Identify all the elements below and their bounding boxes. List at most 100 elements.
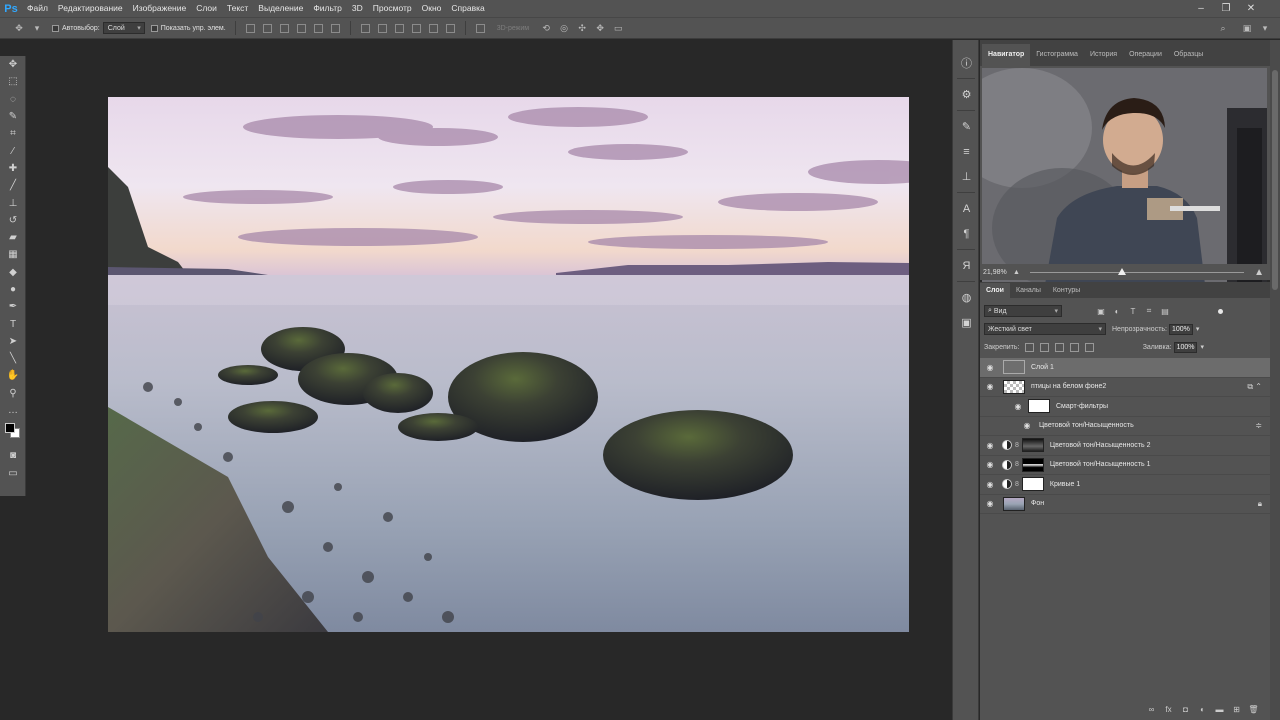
chevron-down-icon[interactable]: ▾ xyxy=(1196,325,1200,333)
marquee-tool-icon[interactable]: ⬚ xyxy=(0,73,26,90)
filter-type-icon[interactable]: T xyxy=(1128,306,1138,316)
layer-style-icon[interactable]: fx xyxy=(1160,705,1177,714)
layer-name[interactable]: Цветовой тон/Насыщенность 1 xyxy=(1050,461,1151,468)
layer-name[interactable]: Слой 1 xyxy=(1031,364,1054,371)
blur-tool-icon[interactable]: ◆ xyxy=(0,264,26,281)
visibility-eye-icon[interactable]: ◉ xyxy=(1008,397,1028,416)
eraser-tool-icon[interactable]: ▰ xyxy=(0,229,26,246)
chevron-down-icon[interactable]: ▾ xyxy=(1258,21,1272,35)
tab-channels[interactable]: Каналы xyxy=(1010,283,1047,298)
link-layers-icon[interactable]: ∞ xyxy=(1143,705,1160,714)
tab-history[interactable]: История xyxy=(1084,44,1123,66)
distribute-bottom-icon[interactable] xyxy=(394,23,404,33)
layer-name[interactable]: Фон xyxy=(1031,500,1044,507)
layer-comps-icon[interactable]: ▣ xyxy=(953,310,980,335)
delete-layer-icon[interactable]: 🗑︎ xyxy=(1245,705,1262,714)
color-swatches[interactable] xyxy=(0,419,26,447)
3d-scale-icon[interactable]: ▭ xyxy=(611,21,625,35)
filter-adjustment-icon[interactable]: ◐ xyxy=(1112,306,1122,316)
distribute-top-icon[interactable] xyxy=(360,23,370,33)
align-bottom-icon[interactable] xyxy=(279,23,289,33)
autoselect-checkbox[interactable] xyxy=(52,24,59,32)
info-icon[interactable]: ⓘ xyxy=(953,50,980,75)
menu-edit[interactable]: Редактирование xyxy=(53,0,128,17)
more-tools-icon[interactable]: … xyxy=(0,402,26,419)
path-select-tool-icon[interactable]: ➤ xyxy=(0,333,26,350)
layer-row[interactable]: ◉ 8 Кривые 1 xyxy=(980,475,1270,495)
line-tool-icon[interactable]: ╲ xyxy=(0,350,26,367)
history-brush-tool-icon[interactable]: ↺ xyxy=(0,212,26,229)
distribute-right-icon[interactable] xyxy=(445,23,455,33)
align-vcenter-icon[interactable] xyxy=(262,23,272,33)
tab-actions[interactable]: Операции xyxy=(1123,44,1168,66)
move-tool-icon[interactable]: ✥ xyxy=(0,56,26,73)
brush-panel-icon[interactable]: ≡ xyxy=(953,139,980,164)
tab-paths[interactable]: Контуры xyxy=(1047,283,1086,298)
character-icon[interactable]: A xyxy=(953,196,980,221)
new-layer-icon[interactable]: ⊞ xyxy=(1228,705,1245,714)
menu-3d[interactable]: 3D xyxy=(347,0,368,17)
filter-smart-object-icon[interactable]: ▤ xyxy=(1160,306,1170,316)
3d-panel-icon[interactable]: ◍ xyxy=(953,285,980,310)
visibility-eye-icon[interactable]: ◉ xyxy=(1017,416,1037,435)
type-tool-icon[interactable]: T xyxy=(0,315,26,332)
layer-row[interactable]: ◉ 8 Цветовой тон/Насыщенность 1 xyxy=(980,455,1270,475)
screen-mode-icon[interactable]: ▭ xyxy=(0,465,26,482)
align-right-icon[interactable] xyxy=(330,23,340,33)
3d-roll-icon[interactable]: ◎ xyxy=(557,21,571,35)
menu-help[interactable]: Справка xyxy=(446,0,489,17)
tab-navigator[interactable]: Навигатор xyxy=(982,44,1031,66)
dodge-tool-icon[interactable]: ● xyxy=(0,281,26,298)
menu-window[interactable]: Окно xyxy=(417,0,447,17)
layer-name[interactable]: птицы на белом фоне2 xyxy=(1031,383,1106,390)
autoselect-select[interactable]: Слой xyxy=(102,22,145,34)
kind-filter-select[interactable]: ⌕ Вид xyxy=(984,305,1062,317)
tab-histogram[interactable]: Гистограмма xyxy=(1030,44,1084,66)
lasso-tool-icon[interactable]: ◌ xyxy=(0,91,26,108)
stamp-tool-icon[interactable]: ⊥ xyxy=(0,194,26,211)
move-tool-icon[interactable]: ✥ xyxy=(12,21,26,35)
minimize-icon[interactable]: – xyxy=(1190,0,1212,17)
crop-tool-icon[interactable]: ⌗ xyxy=(0,125,26,142)
layer-name[interactable]: Смарт-фильтры xyxy=(1056,403,1108,410)
auto-align-icon[interactable] xyxy=(475,23,485,33)
visibility-eye-icon[interactable]: ◉ xyxy=(980,475,1000,494)
brush-presets-icon[interactable]: ✎ xyxy=(953,114,980,139)
blend-mode-select[interactable]: Жесткий свет xyxy=(984,323,1106,335)
layer-name[interactable]: Кривые 1 xyxy=(1050,481,1080,488)
layer-row[interactable]: ◉ Слой 1 xyxy=(980,358,1270,378)
new-group-icon[interactable]: ▬ xyxy=(1211,705,1228,714)
layer-row[interactable]: ◉ Фон 🔒︎ xyxy=(980,495,1270,514)
lock-artboard-icon[interactable] xyxy=(1070,342,1080,352)
visibility-eye-icon[interactable]: ◉ xyxy=(980,455,1000,474)
pen-tool-icon[interactable]: ✒ xyxy=(0,298,26,315)
workspace-icon[interactable]: ▣ xyxy=(1240,21,1254,35)
layer-row[interactable]: ◉ Цветовой тон/Насыщенность ≑ xyxy=(980,416,1270,436)
zoom-in-icon[interactable]: ▲ xyxy=(1254,267,1264,278)
3d-pan-icon[interactable]: ✣ xyxy=(575,21,589,35)
quick-select-tool-icon[interactable]: ✎ xyxy=(0,108,26,125)
distribute-vcenter-icon[interactable] xyxy=(377,23,387,33)
menu-image[interactable]: Изображение xyxy=(128,0,192,17)
menu-type[interactable]: Текст xyxy=(222,0,253,17)
zoom-value[interactable]: 21,98% xyxy=(983,269,1011,276)
hand-tool-icon[interactable]: ✋ xyxy=(0,367,26,384)
clone-source-icon[interactable]: ⊥ xyxy=(953,164,980,189)
chevron-down-icon[interactable]: ▾ xyxy=(30,21,44,35)
menu-layers[interactable]: Слои xyxy=(191,0,222,17)
tab-layers[interactable]: Слои xyxy=(980,283,1010,298)
show-controls-checkbox[interactable] xyxy=(150,24,158,32)
add-mask-icon[interactable]: ◘ xyxy=(1177,705,1194,714)
menu-filter[interactable]: Фильтр xyxy=(308,0,347,17)
opacity-input[interactable]: 100% xyxy=(1169,323,1193,335)
new-adjustment-icon[interactable]: ◐ xyxy=(1194,705,1211,714)
visibility-eye-icon[interactable]: ◉ xyxy=(980,358,1000,377)
glyphs-icon[interactable]: Я xyxy=(953,253,980,278)
eyedropper-tool-icon[interactable]: ⁄ xyxy=(0,142,26,159)
tab-swatches[interactable]: Образцы xyxy=(1168,44,1209,66)
fill-input[interactable]: 100% xyxy=(1173,341,1198,353)
layer-row[interactable]: ◉ 8 Цветовой тон/Насыщенность 2 xyxy=(980,436,1270,456)
lock-pixels-icon[interactable] xyxy=(1040,342,1050,352)
healing-tool-icon[interactable]: ✚ xyxy=(0,160,26,177)
filter-options-icon[interactable]: ≑ xyxy=(1255,421,1262,430)
